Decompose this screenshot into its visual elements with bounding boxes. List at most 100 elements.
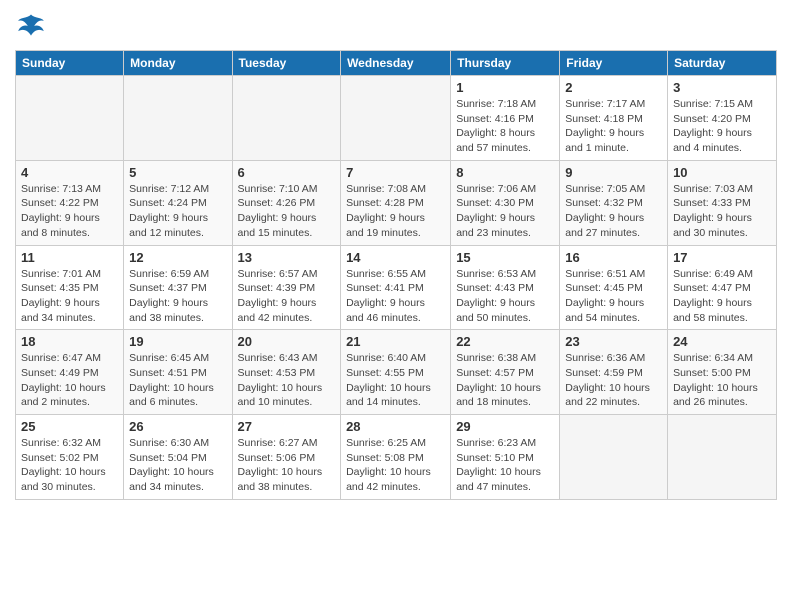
calendar-cell: 22Sunrise: 6:38 AMSunset: 4:57 PMDayligh… [451,330,560,415]
weekday-header: Thursday [451,51,560,76]
day-number: 14 [346,250,445,265]
calendar-cell: 13 Sunrise: 6:57 AMSunset: 4:39 PMDayligh… [232,245,341,330]
day-number: 1 [456,80,554,95]
calendar-cell: 12 Sunrise: 6:59 AMSunset: 4:37 PMDayligh… [124,245,232,330]
day-info: Sunrise: 7:01 AMSunset: 4:35 PMDaylight:… [21,267,118,326]
day-number: 22 [456,334,554,349]
day-number: 17 [673,250,771,265]
day-info: Sunrise: 7:03 AMSunset: 4:33 PMDaylight:… [673,182,771,241]
calendar-cell [668,415,777,500]
day-info: Sunrise: 6:53 AMSunset: 4:43 PMDaylight:… [456,267,554,326]
day-number: 13 [238,250,336,265]
day-number: 16 [565,250,662,265]
calendar-cell: 2 Sunrise: 7:17 AMSunset: 4:18 PMDaylight… [560,76,668,161]
calendar-cell: 5 Sunrise: 7:12 AMSunset: 4:24 PMDaylight… [124,160,232,245]
day-number: 28 [346,419,445,434]
day-number: 19 [129,334,226,349]
calendar-cell: 23 Sunrise: 6:36 AMSunset: 4:59 PMDayligh… [560,330,668,415]
day-info: Sunrise: 7:05 AMSunset: 4:32 PMDaylight:… [565,182,662,241]
day-info: Sunrise: 6:34 AMSunset: 5:00 PMDaylight:… [673,351,771,410]
calendar-week-row: 1 Sunrise: 7:18 AMSunset: 4:16 PMDaylight… [16,76,777,161]
weekday-header: Tuesday [232,51,341,76]
calendar-cell: 4 Sunrise: 7:13 AMSunset: 4:22 PMDaylight… [16,160,124,245]
day-number: 24 [673,334,771,349]
day-info: Sunrise: 6:43 AMSunset: 4:53 PMDaylight:… [238,351,336,410]
calendar-cell: 7 Sunrise: 7:08 AMSunset: 4:28 PMDaylight… [341,160,451,245]
calendar-week-row: 11 Sunrise: 7:01 AMSunset: 4:35 PMDayligh… [16,245,777,330]
day-info: Sunrise: 7:13 AMSunset: 4:22 PMDaylight:… [21,182,118,241]
calendar-cell [232,76,341,161]
calendar-cell: 15 Sunrise: 6:53 AMSunset: 4:43 PMDayligh… [451,245,560,330]
day-info: Sunrise: 6:25 AMSunset: 5:08 PMDaylight:… [346,436,445,495]
calendar-cell: 3 Sunrise: 7:15 AMSunset: 4:20 PMDaylight… [668,76,777,161]
day-number: 7 [346,165,445,180]
calendar-cell: 16 Sunrise: 6:51 AMSunset: 4:45 PMDayligh… [560,245,668,330]
weekday-header: Wednesday [341,51,451,76]
day-number: 5 [129,165,226,180]
day-info: Sunrise: 7:12 AMSunset: 4:24 PMDaylight:… [129,182,226,241]
calendar-header-row: SundayMondayTuesdayWednesdayThursdayFrid… [16,51,777,76]
day-info: Sunrise: 6:57 AMSunset: 4:39 PMDaylight:… [238,267,336,326]
calendar-cell: 28 Sunrise: 6:25 AMSunset: 5:08 PMDayligh… [341,415,451,500]
day-info: Sunrise: 6:23 AMSunset: 5:10 PMDaylight:… [456,436,554,495]
day-info: Sunrise: 6:47 AMSunset: 4:49 PMDaylight:… [21,351,118,410]
day-info: Sunrise: 7:08 AMSunset: 4:28 PMDaylight:… [346,182,445,241]
calendar-cell: 8 Sunrise: 7:06 AMSunset: 4:30 PMDaylight… [451,160,560,245]
calendar-cell: 19 Sunrise: 6:45 AMSunset: 4:51 PMDayligh… [124,330,232,415]
day-number: 29 [456,419,554,434]
day-info: Sunrise: 7:06 AMSunset: 4:30 PMDaylight:… [456,182,554,241]
weekday-header: Monday [124,51,232,76]
day-info: Sunrise: 7:10 AMSunset: 4:26 PMDaylight:… [238,182,336,241]
day-info: Sunrise: 6:45 AMSunset: 4:51 PMDaylight:… [129,351,226,410]
calendar-cell: 29 Sunrise: 6:23 AMSunset: 5:10 PMDayligh… [451,415,560,500]
day-info: Sunrise: 6:40 AMSunset: 4:55 PMDaylight:… [346,351,445,410]
day-info: Sunrise: 7:15 AMSunset: 4:20 PMDaylight:… [673,97,771,156]
day-number: 26 [129,419,226,434]
day-number: 15 [456,250,554,265]
day-info: Sunrise: 6:51 AMSunset: 4:45 PMDaylight:… [565,267,662,326]
calendar-cell: 10 Sunrise: 7:03 AMSunset: 4:33 PMDayligh… [668,160,777,245]
calendar-cell [560,415,668,500]
weekday-header: Sunday [16,51,124,76]
calendar-cell [16,76,124,161]
day-number: 10 [673,165,771,180]
day-info: Sunrise: 6:32 AMSunset: 5:02 PMDaylight:… [21,436,118,495]
calendar-cell: 20 Sunrise: 6:43 AMSunset: 4:53 PMDayligh… [232,330,341,415]
calendar-week-row: 4 Sunrise: 7:13 AMSunset: 4:22 PMDaylight… [16,160,777,245]
day-number: 4 [21,165,118,180]
day-info: Sunrise: 6:27 AMSunset: 5:06 PMDaylight:… [238,436,336,495]
day-number: 2 [565,80,662,95]
calendar-cell: 11 Sunrise: 7:01 AMSunset: 4:35 PMDayligh… [16,245,124,330]
day-number: 3 [673,80,771,95]
day-info: Sunrise: 7:18 AMSunset: 4:16 PMDaylight:… [456,97,554,156]
calendar-cell: 9 Sunrise: 7:05 AMSunset: 4:32 PMDaylight… [560,160,668,245]
day-info: Sunrise: 6:55 AMSunset: 4:41 PMDaylight:… [346,267,445,326]
day-number: 11 [21,250,118,265]
day-number: 21 [346,334,445,349]
calendar-cell: 6Sunrise: 7:10 AMSunset: 4:26 PMDaylight… [232,160,341,245]
calendar-cell: 18Sunrise: 6:47 AMSunset: 4:49 PMDayligh… [16,330,124,415]
calendar-cell: 1 Sunrise: 7:18 AMSunset: 4:16 PMDaylight… [451,76,560,161]
day-info: Sunrise: 6:59 AMSunset: 4:37 PMDaylight:… [129,267,226,326]
header [15,10,777,42]
day-number: 12 [129,250,226,265]
calendar-cell [341,76,451,161]
calendar-table: SundayMondayTuesdayWednesdayThursdayFrid… [15,50,777,500]
day-info: Sunrise: 6:36 AMSunset: 4:59 PMDaylight:… [565,351,662,410]
calendar-week-row: 25 Sunrise: 6:32 AMSunset: 5:02 PMDayligh… [16,415,777,500]
day-info: Sunrise: 7:17 AMSunset: 4:18 PMDaylight:… [565,97,662,156]
day-number: 20 [238,334,336,349]
calendar-week-row: 18Sunrise: 6:47 AMSunset: 4:49 PMDayligh… [16,330,777,415]
day-number: 25 [21,419,118,434]
weekday-header: Saturday [668,51,777,76]
calendar-cell [124,76,232,161]
day-number: 8 [456,165,554,180]
calendar-cell: 24 Sunrise: 6:34 AMSunset: 5:00 PMDayligh… [668,330,777,415]
calendar-cell: 17Sunrise: 6:49 AMSunset: 4:47 PMDayligh… [668,245,777,330]
logo [15,10,51,42]
day-number: 27 [238,419,336,434]
day-number: 9 [565,165,662,180]
calendar-cell: 25 Sunrise: 6:32 AMSunset: 5:02 PMDayligh… [16,415,124,500]
day-number: 23 [565,334,662,349]
calendar-cell: 21 Sunrise: 6:40 AMSunset: 4:55 PMDayligh… [341,330,451,415]
